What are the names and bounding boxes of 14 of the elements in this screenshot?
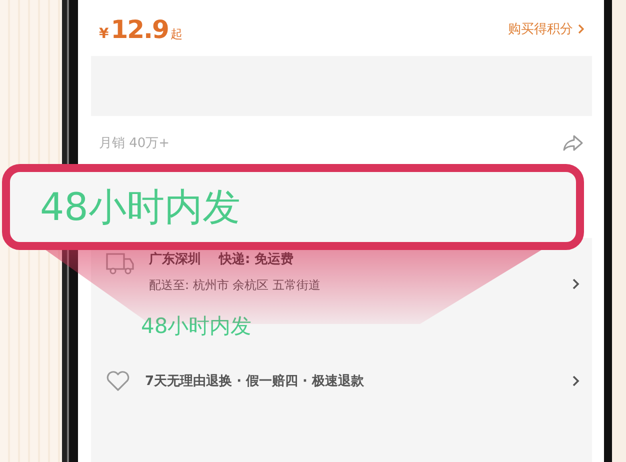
monthly-sales: 月销 40万+ bbox=[99, 135, 170, 152]
guarantee-row[interactable]: 7天无理由退换 · 假一赔四 · 极速退款 bbox=[105, 366, 580, 396]
chevron-icon bbox=[578, 24, 584, 34]
share-icon[interactable] bbox=[562, 134, 584, 152]
callout-text: 48小时内发 bbox=[40, 184, 240, 230]
heart-icon bbox=[105, 369, 131, 393]
chevron-icon bbox=[572, 375, 580, 387]
delivery-fee: 快递: 免运费 bbox=[219, 250, 294, 268]
ship-origin: 广东深圳 bbox=[149, 250, 201, 268]
dispatch-note: 48小时内发 bbox=[141, 313, 252, 340]
price: ¥12.9 起 bbox=[99, 14, 182, 44]
delivery-address: 配送至: 杭州市 余杭区 五常街道 bbox=[149, 277, 322, 294]
guarantee-text: 7天无理由退换 · 假一赔四 · 极速退款 bbox=[145, 372, 366, 390]
chevron-icon bbox=[572, 278, 580, 290]
